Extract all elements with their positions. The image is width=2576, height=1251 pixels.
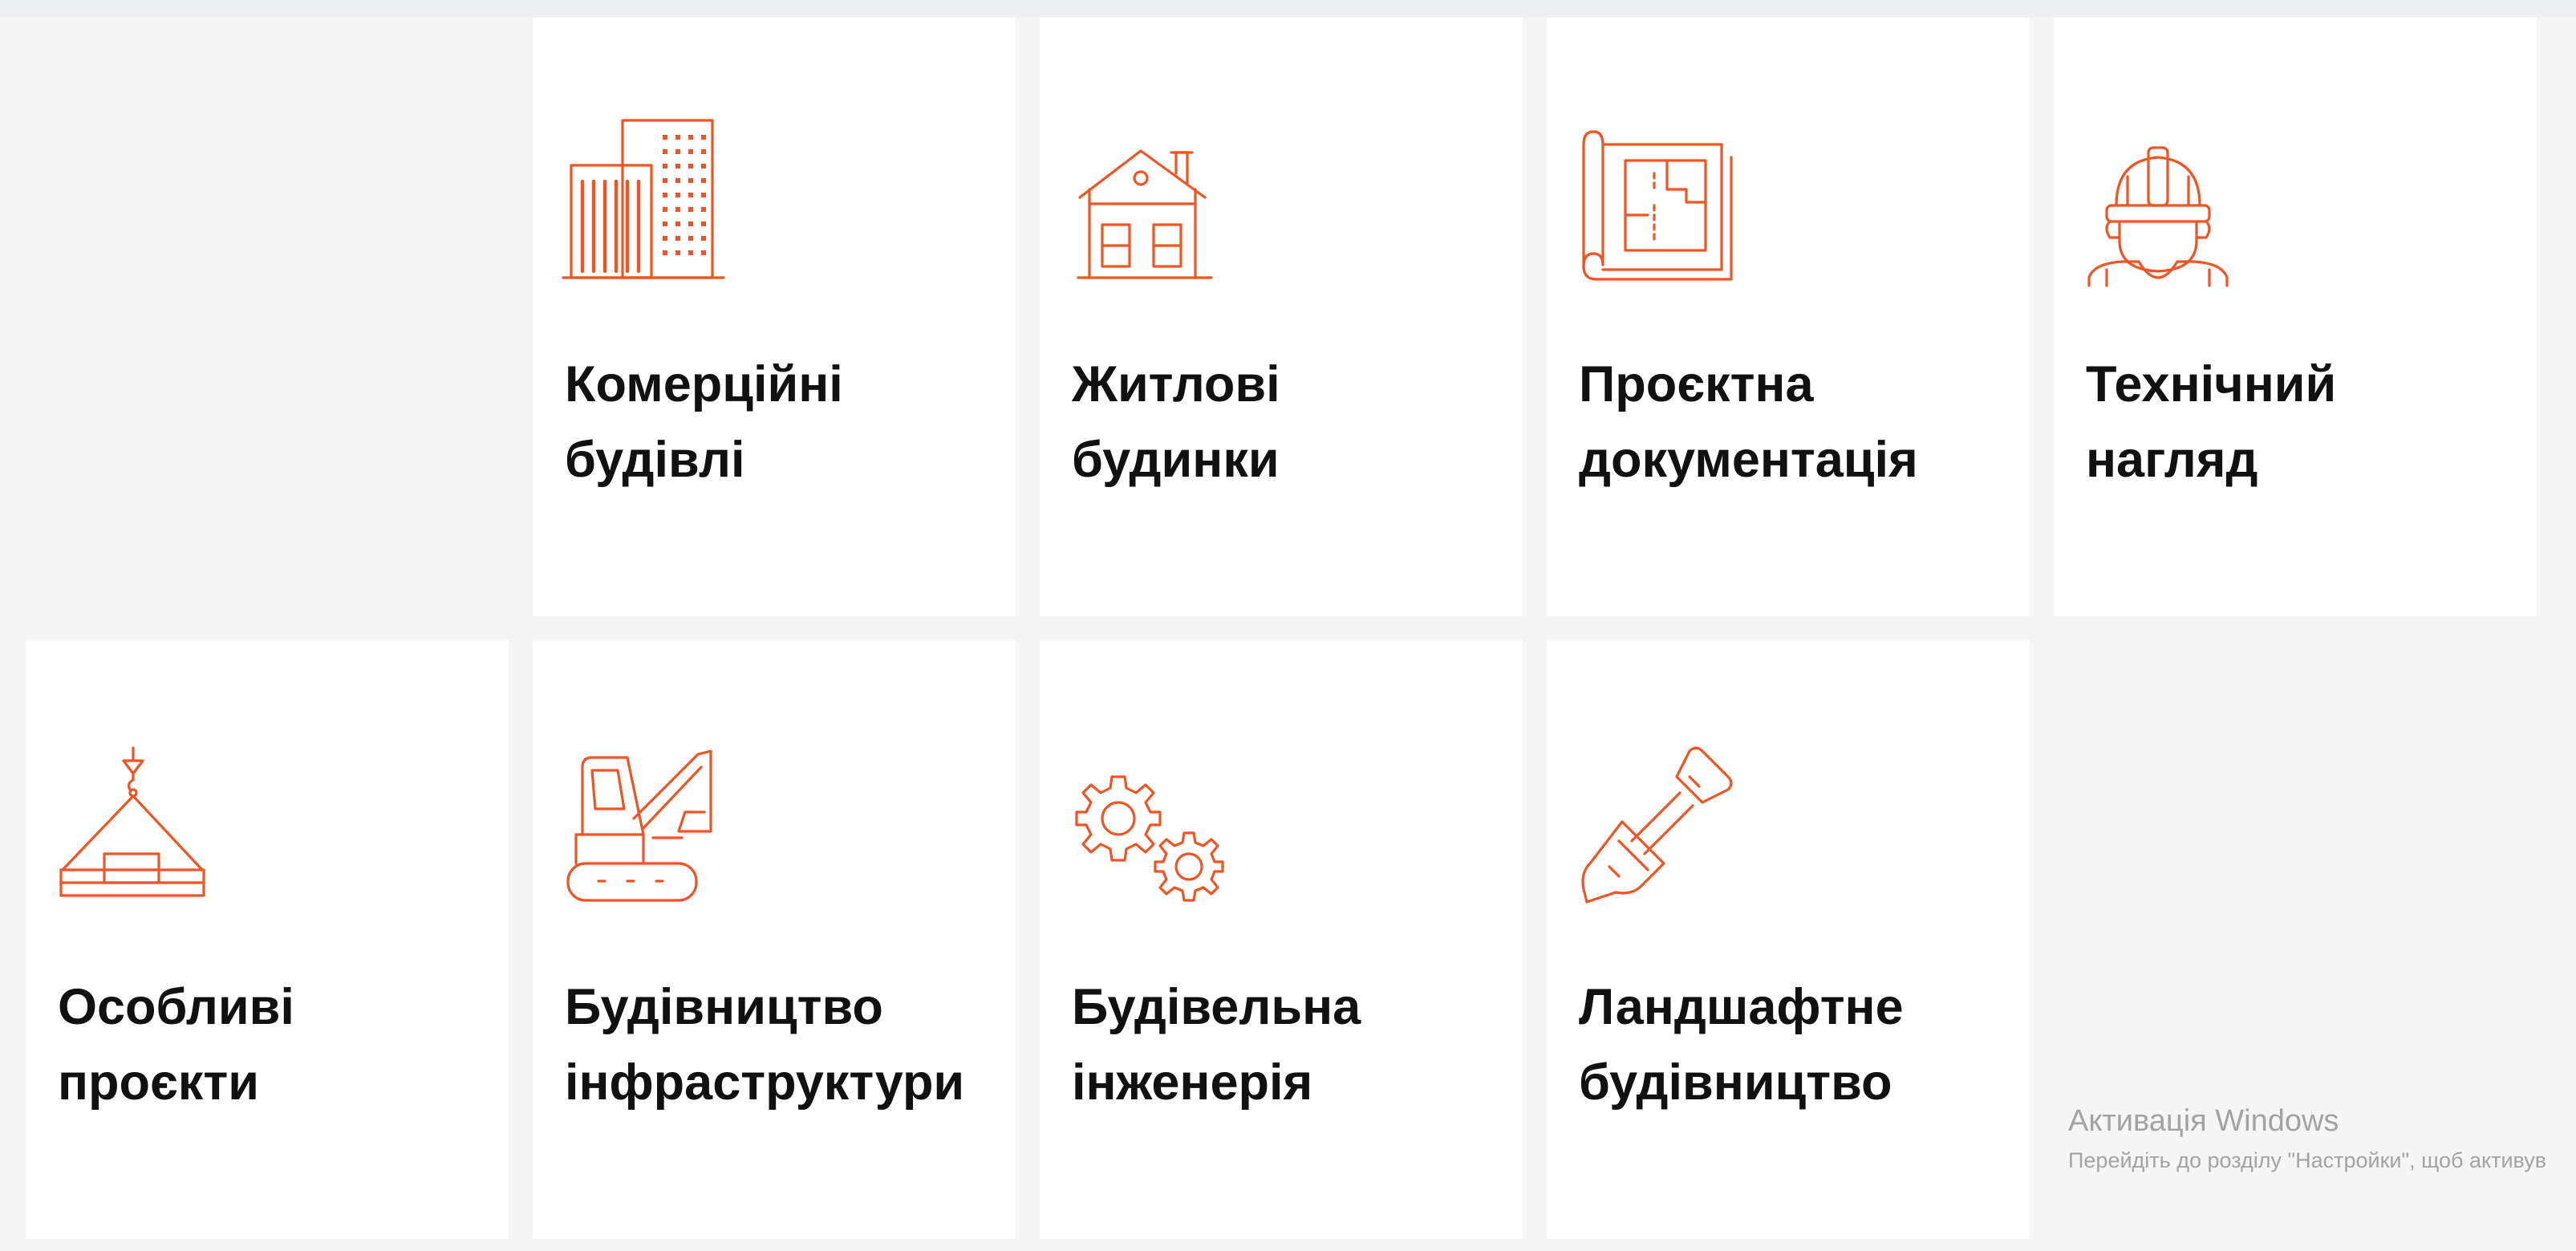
office-buildings-icon bbox=[562, 112, 725, 313]
engineer-hardhat-icon bbox=[2084, 112, 2245, 313]
card-title-line2: будівництво bbox=[1579, 1054, 1892, 1111]
card-title-line1: Комерційні bbox=[565, 356, 843, 412]
card-building-engineering[interactable]: Будівельна інженерія bbox=[1040, 640, 1523, 1239]
card-project-documentation[interactable]: Проєктна документація bbox=[1547, 18, 2030, 616]
card-title-line2: інженерія bbox=[1072, 1054, 1313, 1111]
card-title: Особливі проєкти bbox=[58, 969, 495, 1120]
card-title-line1: Будівельна bbox=[1072, 979, 1361, 1035]
windows-activation-watermark: Активація Windows Перейдіть до розділу "… bbox=[2068, 1101, 2576, 1178]
card-title: Проєктна документація bbox=[1579, 347, 2016, 498]
house-icon bbox=[1070, 112, 1231, 313]
card-title-line2: проєкти bbox=[58, 1054, 259, 1111]
card-title-line1: Технічний bbox=[2086, 356, 2337, 412]
card-technical-supervision[interactable]: Технічний нагляд bbox=[2054, 18, 2537, 616]
excavator-icon bbox=[563, 735, 724, 936]
card-title-line1: Проєктна bbox=[1579, 356, 1814, 412]
crane-load-icon bbox=[56, 735, 217, 936]
card-title-line1: Житлові bbox=[1072, 356, 1280, 412]
watermark-subtitle: Перейдіть до розділу "Настройки", щоб ак… bbox=[2068, 1148, 2547, 1172]
card-title-line2: нагляд bbox=[2086, 432, 2258, 488]
card-title: Будівництво інфраструктури bbox=[565, 969, 1002, 1120]
card-title: Комерційні будівлі bbox=[565, 347, 1002, 498]
card-title: Технічний нагляд bbox=[2086, 347, 2523, 498]
gears-icon bbox=[1070, 735, 1231, 936]
card-title: Ландшафтне будівництво bbox=[1579, 969, 2016, 1120]
card-title: Будівельна інженерія bbox=[1072, 969, 1509, 1120]
card-commercial-buildings[interactable]: Комерційні будівлі bbox=[533, 18, 1016, 616]
card-residential-houses[interactable]: Житлові будинки bbox=[1040, 18, 1523, 616]
top-bar bbox=[0, 0, 2576, 18]
card-infrastructure-construction[interactable]: Будівництво інфраструктури bbox=[533, 640, 1016, 1239]
card-title-line2: будинки bbox=[1072, 432, 1280, 488]
card-landscape-construction[interactable]: Ландшафтне будівництво bbox=[1547, 640, 2030, 1239]
card-title-line1: Особливі bbox=[58, 979, 294, 1035]
card-title: Житлові будинки bbox=[1072, 347, 1509, 498]
card-special-projects[interactable]: Особливі проєкти bbox=[26, 640, 509, 1239]
card-title-line2: будівлі bbox=[565, 432, 745, 488]
card-title-line2: документація bbox=[1579, 432, 1918, 488]
card-title-line1: Ландшафтне bbox=[1579, 979, 1904, 1035]
card-title-line1: Будівництво bbox=[565, 979, 883, 1035]
card-title-line2: інфраструктури bbox=[565, 1054, 965, 1111]
watermark-title: Активація Windows bbox=[2068, 1104, 2339, 1138]
shovel-icon bbox=[1577, 735, 1738, 936]
blueprint-icon bbox=[1577, 112, 1738, 313]
